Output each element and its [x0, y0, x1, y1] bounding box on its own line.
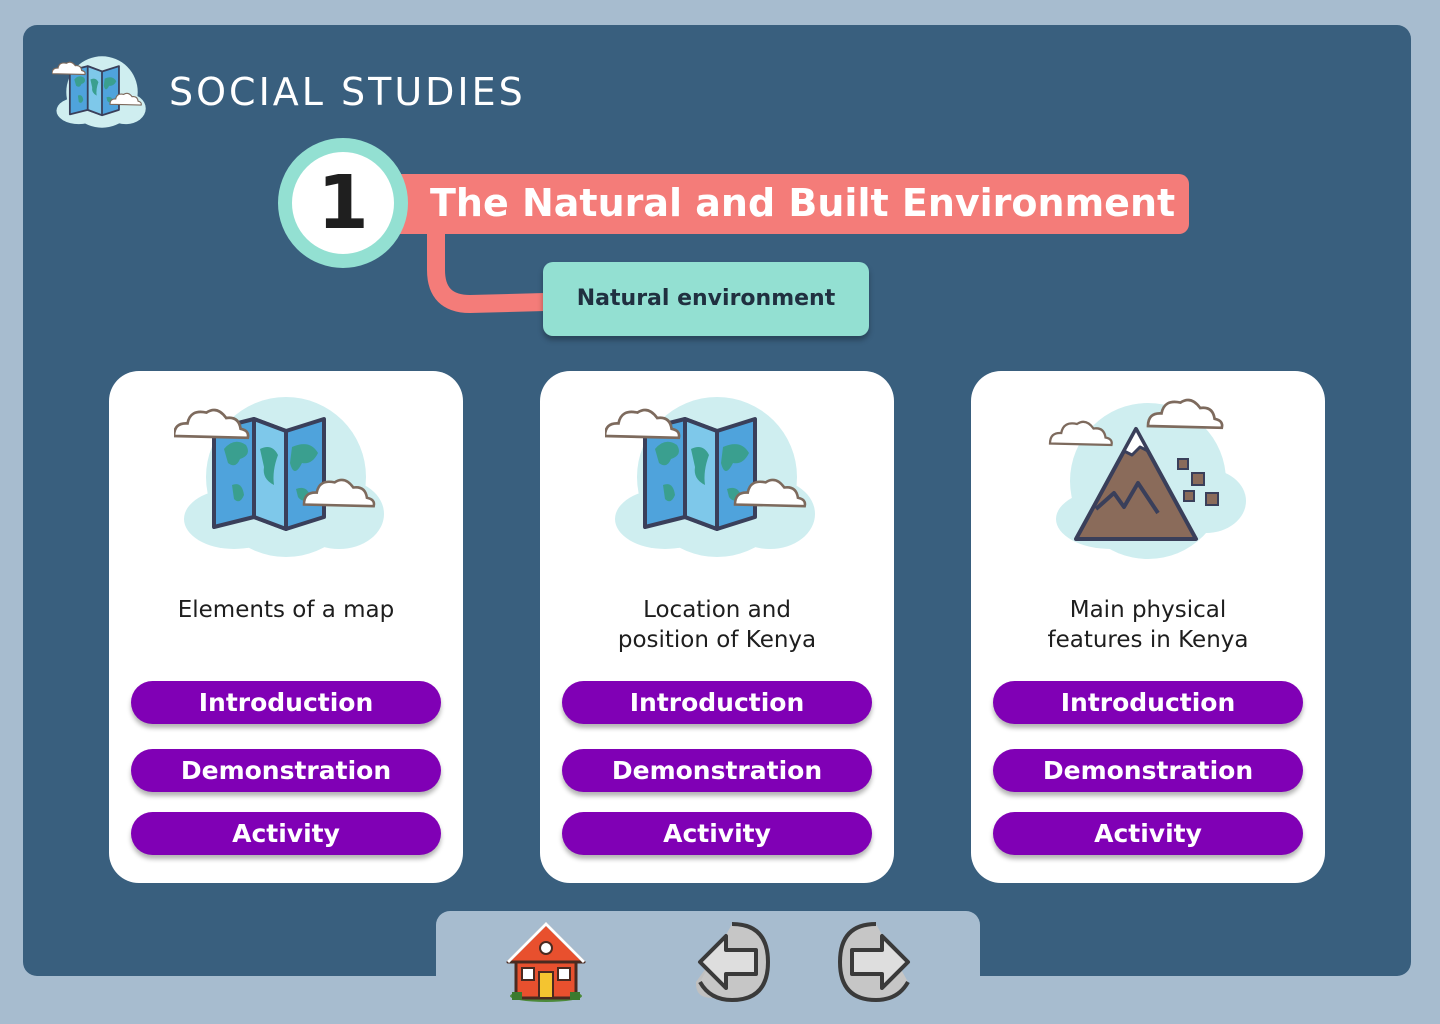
- home-icon[interactable]: [504, 918, 588, 1004]
- topic-card-physical-features: Main physical features in Kenya Introduct…: [971, 371, 1325, 883]
- arrow-right-icon[interactable]: [836, 920, 916, 1004]
- introduction-button[interactable]: Introduction: [993, 681, 1303, 724]
- card-label: Elements of a map: [177, 597, 395, 623]
- topic-card-location-of-kenya: Location and position of Kenya Introducti…: [540, 371, 894, 883]
- card-label: Main physical features in Kenya: [1047, 597, 1249, 653]
- mountain-icon: [1036, 389, 1260, 565]
- world-map-icon: [605, 389, 829, 565]
- activity-button[interactable]: Activity: [993, 812, 1303, 855]
- demonstration-button[interactable]: Demonstration: [562, 749, 872, 792]
- demonstration-button[interactable]: Demonstration: [993, 749, 1303, 792]
- activity-button[interactable]: Activity: [562, 812, 872, 855]
- arrow-left-icon[interactable]: [692, 920, 772, 1004]
- world-map-icon: [174, 389, 398, 565]
- card-label: Location and position of Kenya: [617, 597, 817, 653]
- topic-card-elements-of-a-map: Elements of a map Introduction Demonstra…: [109, 371, 463, 883]
- introduction-button[interactable]: Introduction: [131, 681, 441, 724]
- activity-button[interactable]: Activity: [131, 812, 441, 855]
- unit-number-badge: 1: [278, 138, 408, 268]
- demonstration-button[interactable]: Demonstration: [131, 749, 441, 792]
- unit-title: The Natural and Built Environment: [392, 174, 1189, 234]
- subtopic-label[interactable]: Natural environment: [543, 262, 869, 336]
- introduction-button[interactable]: Introduction: [562, 681, 872, 724]
